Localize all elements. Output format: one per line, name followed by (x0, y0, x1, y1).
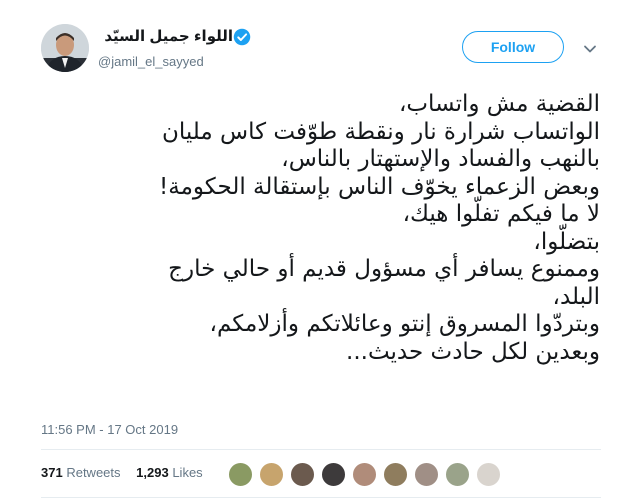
tweet-line: بتضلّوا، (533, 228, 600, 255)
liker-avatar[interactable] (476, 462, 501, 487)
likes-stat[interactable]: 1,293 Likes (136, 465, 203, 480)
divider (41, 449, 601, 450)
tweet-line: القضية مش واتساب، (398, 91, 600, 117)
tweet-line: لا ما فيكم تفلّوا هيك، (402, 201, 600, 227)
retweets-stat[interactable]: 371 Retweets (41, 465, 121, 480)
likes-count: 1,293 (136, 465, 169, 480)
liker-avatar[interactable] (414, 462, 439, 487)
chevron-down-icon[interactable] (581, 40, 599, 58)
liker-avatar[interactable] (352, 462, 377, 487)
liker-avatar[interactable] (383, 462, 408, 487)
likes-label: Likes (172, 465, 203, 480)
tweet-timestamp[interactable]: 11:56 PM - 17 Oct 2019 (41, 422, 178, 437)
liker-avatar[interactable] (228, 462, 253, 487)
verified-badge-icon (233, 28, 251, 46)
tweet-line: وبعض الزعماء يخوّف الناس بإستقالة الحكوم… (159, 173, 600, 200)
tweet-line: وبعدين لكل حادث حديث... (346, 338, 600, 365)
liker-avatar[interactable] (290, 462, 315, 487)
tweet-line: بالنهب والفساد والإستهتار بالناس، (281, 146, 600, 172)
tweet-text: القضية مش واتساب، الواتساب شرارة نار ونق… (40, 91, 600, 366)
retweets-label: Retweets (66, 465, 121, 480)
avatar[interactable] (41, 24, 89, 72)
retweets-count: 371 (41, 465, 63, 480)
tweet-line: البلد، (552, 283, 600, 310)
follow-button[interactable]: Follow (462, 31, 564, 63)
liker-avatar[interactable] (445, 462, 470, 487)
liker-avatar[interactable] (259, 462, 284, 487)
tweet-line: وبتردّوا المسروق إنتو وعائلاتكم وأزلامكم… (209, 311, 600, 337)
tweet-line: الواتساب شرارة نار ونقطة طوّفت كاس مليان (161, 118, 600, 145)
engagement-stats: 371 Retweets 1,293 Likes (41, 465, 215, 480)
tweet-line: وممنوع يسافر أي مسؤول قديم أو حالي خارج (168, 256, 600, 282)
liker-avatar[interactable] (321, 462, 346, 487)
user-handle[interactable]: @jamil_el_sayyed (98, 54, 204, 69)
profile-photo-icon (41, 24, 89, 72)
display-name[interactable]: اللواء جميل السيّد (98, 27, 233, 45)
